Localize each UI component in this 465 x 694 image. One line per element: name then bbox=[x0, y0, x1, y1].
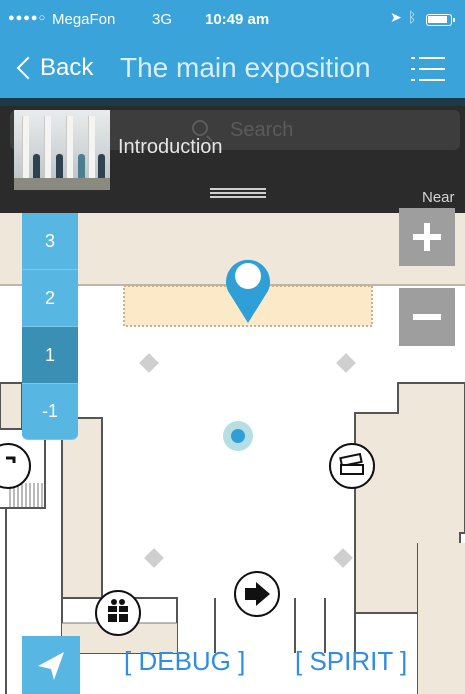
battery-icon bbox=[426, 14, 455, 26]
floor-button-2[interactable]: 2 bbox=[22, 270, 78, 327]
locate-me-button[interactable] bbox=[22, 636, 80, 694]
bluetooth-icon: ᛒ bbox=[408, 9, 417, 25]
zoom-in-button[interactable] bbox=[399, 208, 455, 266]
floor-button-minus-1[interactable]: -1 bbox=[22, 384, 78, 440]
exhibit-thumbnail[interactable] bbox=[14, 110, 110, 190]
zoom-out-button[interactable] bbox=[399, 288, 455, 346]
network-type: 3G bbox=[152, 11, 173, 28]
floor-selector: 3 2 1 -1 bbox=[22, 213, 78, 441]
floor-button-1[interactable]: 1 bbox=[22, 327, 78, 384]
list-menu-icon[interactable] bbox=[411, 55, 445, 85]
status-time: 10:49 am bbox=[205, 11, 270, 28]
location-arrow-icon: ➤ bbox=[390, 9, 402, 25]
exit-icon[interactable] bbox=[234, 571, 280, 617]
status-bar: ●●●●○ MegaFon 3G 10:49 am ➤ ᛒ bbox=[0, 0, 465, 40]
gift-shop-icon[interactable] bbox=[95, 590, 141, 636]
chevron-left-icon bbox=[16, 56, 40, 80]
spirit-link[interactable]: [ SPIRIT ] bbox=[295, 646, 407, 677]
exhibit-panel: Search Introduction Near bbox=[0, 98, 465, 213]
page-title: The main exposition bbox=[120, 52, 371, 83]
signal-strength-icon: ●●●●○ bbox=[8, 12, 47, 24]
exhibit-title[interactable]: Introduction bbox=[118, 136, 223, 159]
user-location-icon bbox=[223, 421, 253, 451]
search-icon bbox=[192, 120, 208, 136]
navigation-arrow-icon bbox=[38, 652, 64, 680]
drag-handle[interactable] bbox=[210, 188, 266, 198]
back-label: Back bbox=[40, 54, 94, 81]
back-button[interactable]: Back bbox=[14, 50, 93, 86]
floor-button-3[interactable]: 3 bbox=[22, 213, 78, 270]
carrier-name: MegaFon bbox=[52, 11, 116, 28]
navigation-bar: Back The main exposition bbox=[0, 40, 465, 98]
near-label[interactable]: Near bbox=[422, 189, 455, 206]
debug-link[interactable]: [ DEBUG ] bbox=[124, 646, 245, 677]
search-placeholder: Search bbox=[230, 119, 294, 141]
tickets-icon[interactable] bbox=[329, 443, 375, 489]
